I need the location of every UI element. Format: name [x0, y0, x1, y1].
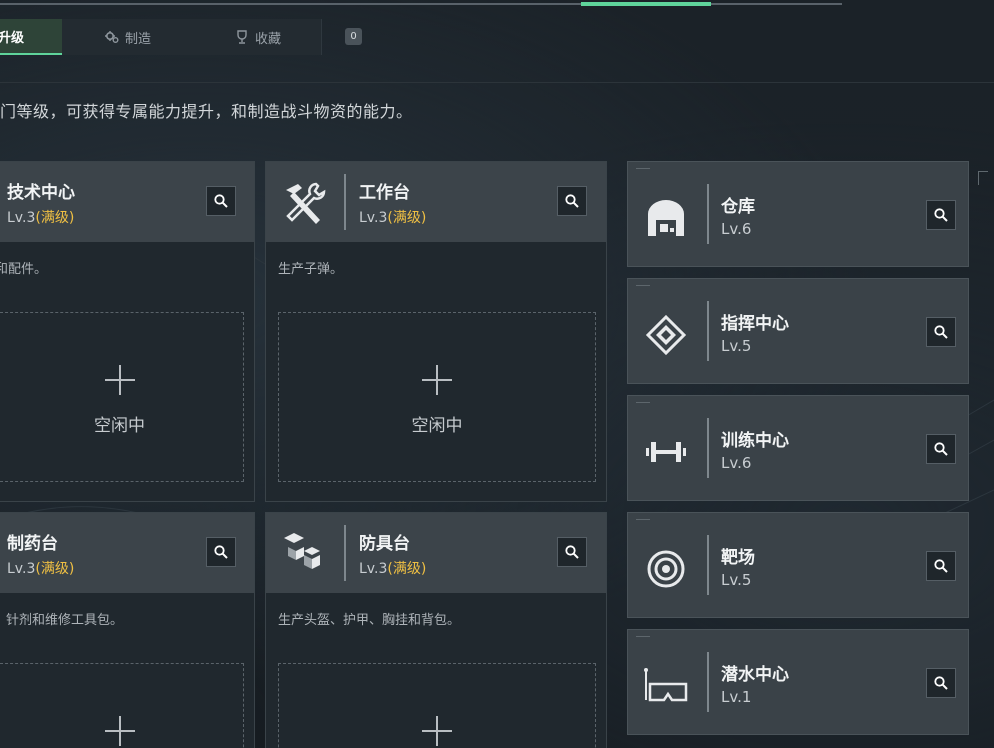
- facility-card-tech-center[interactable]: 技术中心 Lv.3(满级) 和配件。 空闲中: [0, 161, 255, 502]
- facility-name: 指挥中心: [721, 314, 789, 334]
- level-value: Lv.3: [7, 561, 36, 577]
- facility-level: Lv.3(满级): [359, 558, 426, 578]
- tab-upgrade-label: 升级: [0, 30, 25, 46]
- facility-level: Lv.1: [721, 688, 752, 706]
- level-value: Lv.3: [7, 210, 36, 226]
- page-description: 门等级，可获得专属能力提升，和制造战斗物资的能力。: [0, 102, 413, 121]
- facility-name: 技术中心: [7, 183, 75, 203]
- facility-card-diving-center[interactable]: 潜水中心 Lv.1: [627, 629, 969, 735]
- header-separator: [707, 652, 709, 712]
- facility-name: 工作台: [359, 183, 410, 203]
- plus-icon: [422, 716, 452, 746]
- tab-collection-label: 收藏: [255, 31, 282, 47]
- facility-description: 和配件。: [0, 262, 48, 277]
- facility-level: Lv.5: [721, 571, 752, 589]
- production-slot[interactable]: 空闲中: [278, 312, 596, 482]
- facility-name: 潜水中心: [721, 665, 789, 685]
- search-icon: [214, 194, 228, 208]
- search-icon: [934, 442, 948, 456]
- facility-level: Lv.3(满级): [7, 558, 74, 578]
- facility-description: 针剂和维修工具包。: [6, 613, 124, 628]
- facility-level: Lv.5: [721, 337, 752, 355]
- facility-level: Lv.6: [721, 220, 752, 238]
- slot-status: 空闲中: [94, 416, 145, 436]
- facility-card-pharmacy[interactable]: 制药台 Lv.3(满级) 针剂和维修工具包。: [0, 512, 255, 748]
- production-slot[interactable]: [0, 663, 244, 748]
- tab-craft[interactable]: 制造: [104, 19, 151, 55]
- search-icon: [934, 676, 948, 690]
- facility-name: 靶场: [721, 548, 755, 568]
- facility-level: Lv.6: [721, 454, 752, 472]
- tab-craft-label: 制造: [125, 31, 152, 47]
- header-divider: [0, 82, 994, 83]
- header-separator: [707, 535, 709, 595]
- search-icon: [934, 559, 948, 573]
- level-value: Lv.3: [359, 561, 388, 577]
- armor-bench-icon: [284, 533, 320, 569]
- inspect-button[interactable]: [557, 186, 587, 216]
- search-icon: [565, 194, 579, 208]
- facility-level: Lv.3(满级): [7, 207, 74, 227]
- tab-bar: 升级 制造 收藏: [0, 19, 322, 55]
- plus-icon: [422, 365, 452, 395]
- search-icon: [214, 545, 228, 559]
- facility-name: 训练中心: [721, 431, 789, 451]
- facility-card-training-center[interactable]: 训练中心 Lv.6: [627, 395, 969, 501]
- max-level-tag: (满级): [35, 210, 75, 226]
- header-separator: [707, 184, 709, 244]
- max-level-tag: (满级): [387, 210, 427, 226]
- warehouse-icon: [648, 200, 684, 236]
- inspect-button[interactable]: [926, 668, 956, 698]
- header-separator: [344, 525, 346, 581]
- facility-name: 制药台: [7, 534, 58, 554]
- inspect-button[interactable]: [206, 186, 236, 216]
- header-separator: [707, 301, 709, 361]
- tab-upgrade[interactable]: 升级: [0, 19, 62, 55]
- search-icon: [934, 325, 948, 339]
- hotkey-badge[interactable]: 0: [345, 28, 362, 45]
- facility-card-shooting-range[interactable]: 靶场 Lv.5: [627, 512, 969, 618]
- plus-icon: [104, 365, 135, 395]
- search-icon: [934, 208, 948, 222]
- inspect-button[interactable]: [926, 200, 956, 230]
- facility-card-armor-bench[interactable]: 防具台 Lv.3(满级) 生产头盔、护甲、胸挂和背包。: [265, 512, 607, 748]
- plus-icon: [104, 716, 135, 746]
- max-level-tag: (满级): [387, 561, 427, 577]
- workbench-tools-icon: [286, 182, 326, 224]
- header-separator: [344, 174, 346, 230]
- inspect-button[interactable]: [926, 317, 956, 347]
- corner-bracket: [978, 171, 988, 185]
- target-icon: [647, 550, 685, 588]
- production-slot[interactable]: 空闲中: [0, 312, 244, 482]
- inspect-button[interactable]: [206, 537, 236, 567]
- dumbbell-icon: [646, 442, 686, 462]
- production-slot[interactable]: [278, 663, 596, 748]
- gears-icon: [105, 31, 119, 43]
- max-level-tag: (满级): [35, 561, 75, 577]
- facility-level: Lv.3(满级): [359, 207, 426, 227]
- facility-card-warehouse[interactable]: 仓库 Lv.6: [627, 161, 969, 267]
- level-value: Lv.3: [359, 210, 388, 226]
- diving-mask-icon: [644, 668, 688, 702]
- top-progress-indicator: [581, 2, 711, 6]
- search-icon: [565, 545, 579, 559]
- facility-card-workbench[interactable]: 工作台 Lv.3(满级) 生产子弹。 空闲中: [265, 161, 607, 502]
- header-separator: [707, 418, 709, 478]
- top-progress-track: [0, 3, 842, 5]
- facility-name: 防具台: [359, 534, 410, 554]
- trophy-icon: [237, 30, 247, 44]
- facility-description: 生产子弹。: [278, 262, 344, 277]
- tab-collection[interactable]: 收藏: [234, 19, 281, 55]
- facility-card-command-center[interactable]: 指挥中心 Lv.5: [627, 278, 969, 384]
- inspect-button[interactable]: [557, 537, 587, 567]
- command-center-icon: [645, 315, 687, 355]
- facility-description: 生产头盔、护甲、胸挂和背包。: [278, 613, 461, 628]
- inspect-button[interactable]: [926, 551, 956, 581]
- slot-status: 空闲中: [411, 416, 463, 436]
- inspect-button[interactable]: [926, 434, 956, 464]
- facility-name: 仓库: [721, 197, 755, 217]
